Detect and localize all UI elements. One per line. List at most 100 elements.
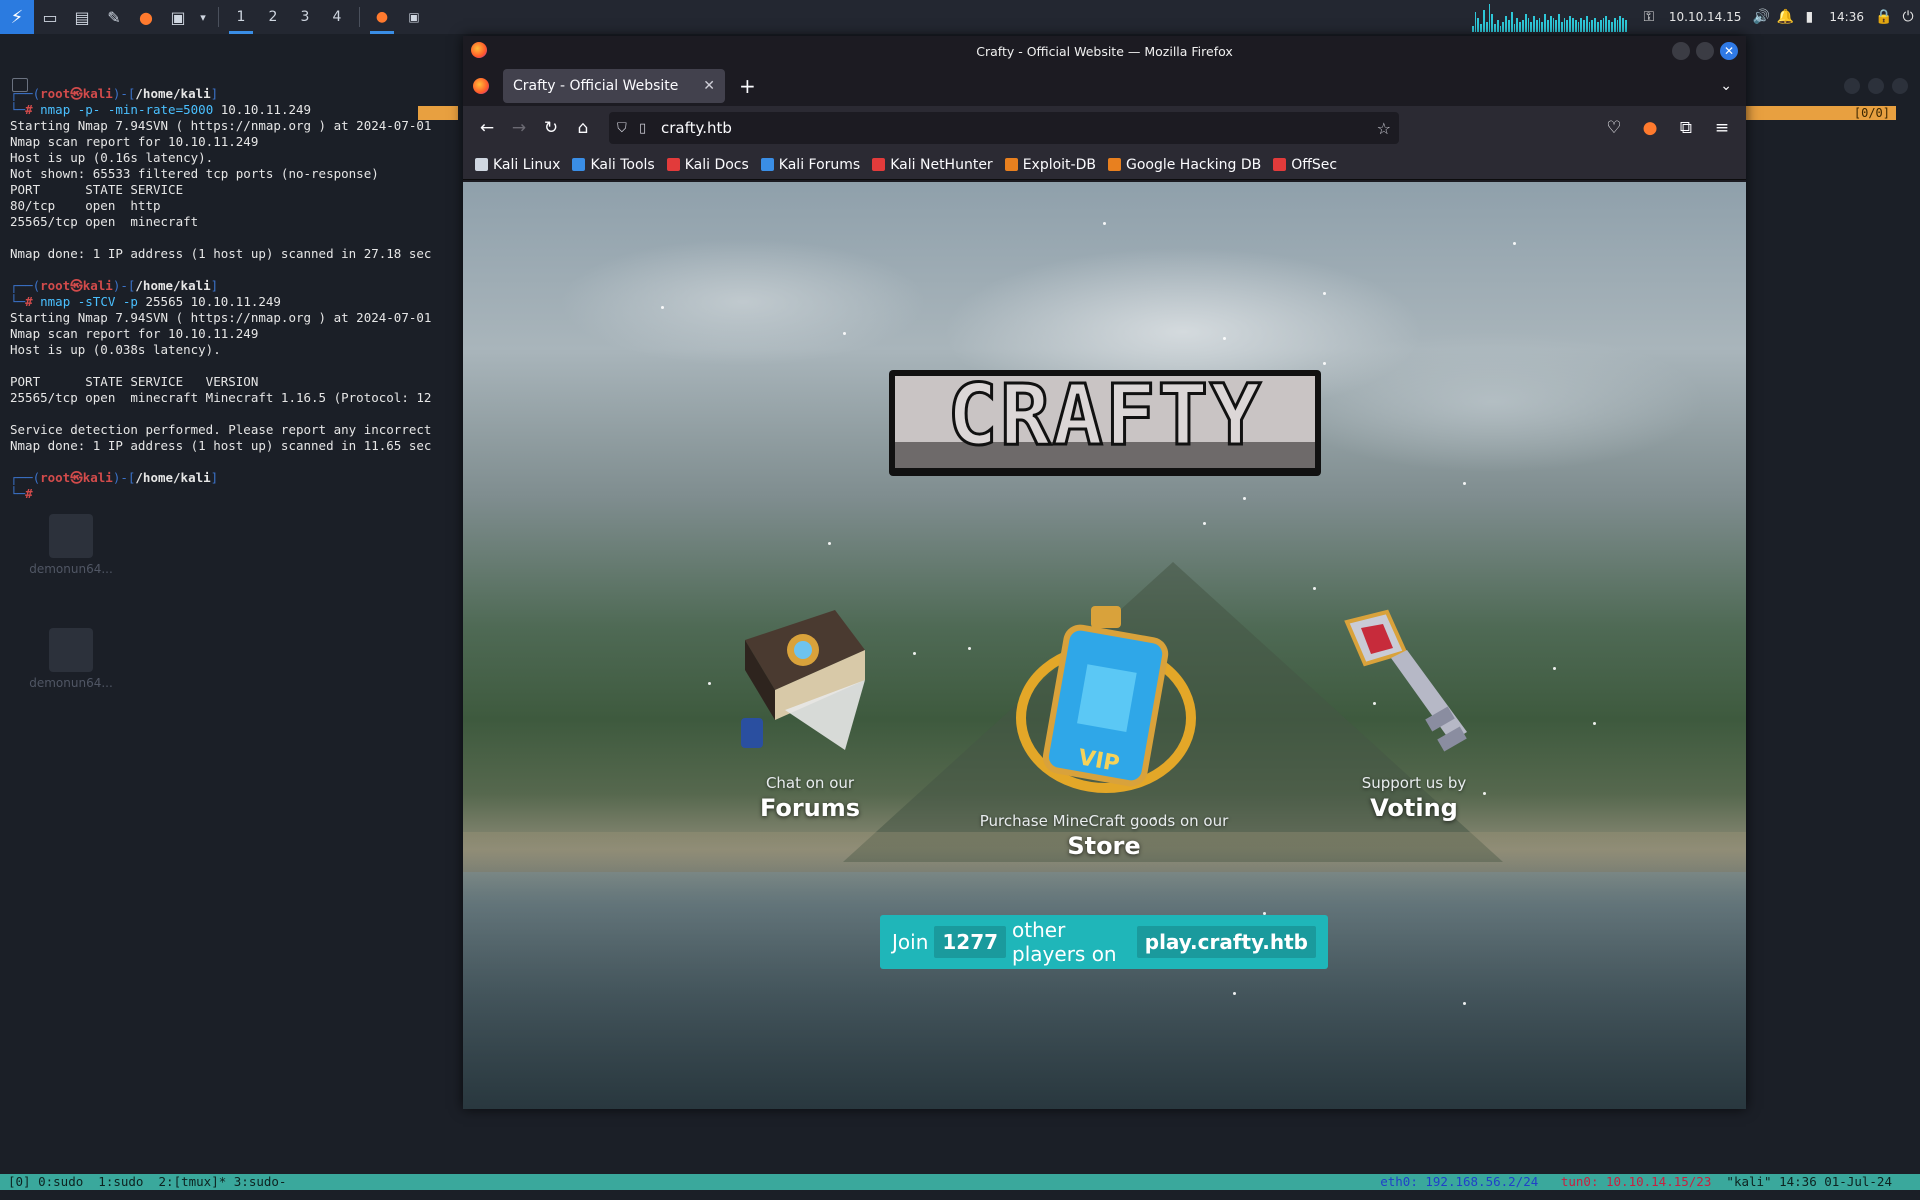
show-desktop-icon[interactable]: ▭ xyxy=(34,0,66,34)
voting-key-icon[interactable] xyxy=(1327,602,1477,762)
url-text[interactable]: crafty.htb xyxy=(661,119,732,137)
back-button[interactable]: ← xyxy=(471,112,503,144)
vpn-icon[interactable]: ⚿ xyxy=(1637,9,1661,25)
join-server-banner[interactable]: Join 1277 other players on play.crafty.h… xyxy=(880,915,1328,969)
bookmark-label: Kali Forums xyxy=(778,156,861,173)
desktop-file-label: demonun64... xyxy=(29,562,113,576)
bookmark-item[interactable]: Kali Linux xyxy=(475,157,560,173)
tracking-protection-icon[interactable]: ⛉ xyxy=(617,121,639,136)
notification-bell-icon[interactable]: 🔔 xyxy=(1773,9,1797,25)
window-controls: ✕ xyxy=(1672,42,1738,60)
tun0-address: tun0: 10.10.14.15/23 xyxy=(1560,1174,1712,1189)
firefox-task-icon[interactable]: ● xyxy=(366,0,398,34)
workspace-1[interactable]: 1 xyxy=(225,0,257,34)
store-title[interactable]: Store xyxy=(979,832,1229,860)
voting-subtitle: Support us by xyxy=(1361,774,1467,792)
bookmark-item[interactable]: Google Hacking DB xyxy=(1107,157,1261,173)
cpu-graph-bar xyxy=(1616,20,1619,32)
terminal-task-icon[interactable]: ▣ xyxy=(398,0,430,34)
power-icon[interactable]: ⏻ xyxy=(1896,9,1920,25)
workspace-3[interactable]: 3 xyxy=(289,0,321,34)
cpu-graph-bar xyxy=(1577,22,1580,32)
workspace-4[interactable]: 4 xyxy=(321,0,353,34)
snow-particle xyxy=(1203,522,1206,525)
cpu-graph-bar xyxy=(1613,18,1616,32)
cpu-graph-bar xyxy=(1622,18,1624,32)
page-info-icon[interactable]: ▯ xyxy=(639,121,661,136)
store-link[interactable]: Purchase MineCraft goods on our Store xyxy=(979,812,1229,860)
minimize-icon[interactable] xyxy=(1844,78,1860,94)
cpu-graph-bar xyxy=(1560,22,1563,32)
terminal-output[interactable]: ┌──(root㉿kali)-[/home/kali] └─# nmap -p- … xyxy=(10,86,460,502)
snow-particle xyxy=(843,332,846,335)
voting-link[interactable]: Support us by Voting xyxy=(1329,774,1499,822)
close-icon[interactable] xyxy=(1892,78,1908,94)
home-button[interactable]: ⌂ xyxy=(567,112,599,144)
kali-menu-icon[interactable]: ⚡ xyxy=(0,0,34,34)
desktop-file-icon[interactable]: demonun64... xyxy=(26,514,116,576)
server-address[interactable]: play.crafty.htb xyxy=(1136,926,1316,958)
file-manager-icon[interactable]: ▤ xyxy=(66,0,98,34)
pocket-icon[interactable]: ♡ xyxy=(1598,112,1630,144)
store-vip-icon[interactable]: VIP xyxy=(1011,598,1201,798)
tab-crafty[interactable]: Crafty - Official Website ✕ xyxy=(503,69,725,103)
tmux-pane-index: [0/0] xyxy=(1721,106,1896,120)
battery-icon[interactable]: ▮ xyxy=(1797,9,1821,25)
forums-book-icon[interactable] xyxy=(725,600,875,760)
bookmark-item[interactable]: Exploit-DB xyxy=(1004,157,1096,173)
cpu-graph-bar xyxy=(1510,12,1513,32)
cpu-graph-bar xyxy=(1519,22,1521,32)
cpu-graph-bar xyxy=(1488,4,1491,32)
cpu-graph-bar xyxy=(1591,20,1594,32)
volume-icon[interactable]: 🔊 xyxy=(1749,9,1773,25)
terminal-window-controls xyxy=(1844,78,1908,94)
bookmark-item[interactable]: OffSec xyxy=(1273,157,1337,173)
snow-particle xyxy=(968,647,971,650)
menu-icon[interactable]: ≡ xyxy=(1706,112,1738,144)
terminal-launcher-icon[interactable]: ▣ xyxy=(162,0,194,34)
bookmark-star-icon[interactable]: ☆ xyxy=(1377,119,1391,138)
terminal-line: ┌──(root㉿kali)-[/home/kali] xyxy=(10,86,219,101)
maximize-icon[interactable] xyxy=(1868,78,1884,94)
snow-particle xyxy=(1593,722,1596,725)
minimize-button[interactable] xyxy=(1672,42,1690,60)
account-icon[interactable]: ● xyxy=(1634,112,1666,144)
maximize-button[interactable] xyxy=(1696,42,1714,60)
join-middle: other players on xyxy=(1012,918,1117,966)
window-titlebar[interactable]: Crafty - Official Website — Mozilla Fire… xyxy=(463,36,1746,66)
firefox-launcher-icon[interactable]: ● xyxy=(130,0,162,34)
cpu-graph-bar xyxy=(1583,20,1585,32)
cpu-graph-bar xyxy=(1585,16,1588,32)
chevron-down-icon[interactable]: ▾ xyxy=(194,0,212,34)
join-prefix: Join xyxy=(892,930,929,954)
tab-title: Crafty - Official Website xyxy=(513,78,679,94)
bookmark-item[interactable]: Kali NetHunter xyxy=(872,157,993,173)
text-editor-icon[interactable]: ✎ xyxy=(98,0,130,34)
reload-button[interactable]: ↻ xyxy=(535,112,567,144)
extensions-icon[interactable]: ⧉ xyxy=(1670,112,1702,144)
desktop-file-icon[interactable]: demonun64... xyxy=(26,628,116,690)
new-tab-button[interactable]: + xyxy=(739,74,756,98)
terminal-line: Host is up (0.038s latency). xyxy=(10,342,221,357)
bookmark-item[interactable]: Kali Tools xyxy=(572,156,655,173)
forums-link[interactable]: Chat on our Forums xyxy=(725,774,895,822)
voting-title[interactable]: Voting xyxy=(1329,794,1499,822)
forward-button[interactable]: → xyxy=(503,112,535,144)
forums-title[interactable]: Forums xyxy=(725,794,895,822)
cpu-graph-bar xyxy=(1533,16,1535,32)
tab-close-icon[interactable]: ✕ xyxy=(703,78,715,94)
close-button[interactable]: ✕ xyxy=(1720,42,1738,60)
url-bar[interactable]: ⛉ ▯ crafty.htb ☆ xyxy=(609,112,1399,144)
cpu-graph-bar xyxy=(1535,20,1538,32)
bookmark-item[interactable]: Kali Docs xyxy=(666,157,749,173)
bookmark-favicon-icon xyxy=(1273,158,1287,171)
bookmark-item[interactable]: Kali Forums xyxy=(760,156,861,173)
logo-text: CRAFTY xyxy=(947,370,1262,464)
workspace-2[interactable]: 2 xyxy=(257,0,289,34)
firefox-view-icon[interactable] xyxy=(473,78,489,94)
bookmark-label: Kali Tools xyxy=(590,156,655,173)
ip-address: 10.10.14.15 xyxy=(1668,10,1742,24)
list-all-tabs-icon[interactable]: ⌄ xyxy=(1720,78,1732,94)
lock-icon[interactable]: 🔒 xyxy=(1872,9,1896,25)
